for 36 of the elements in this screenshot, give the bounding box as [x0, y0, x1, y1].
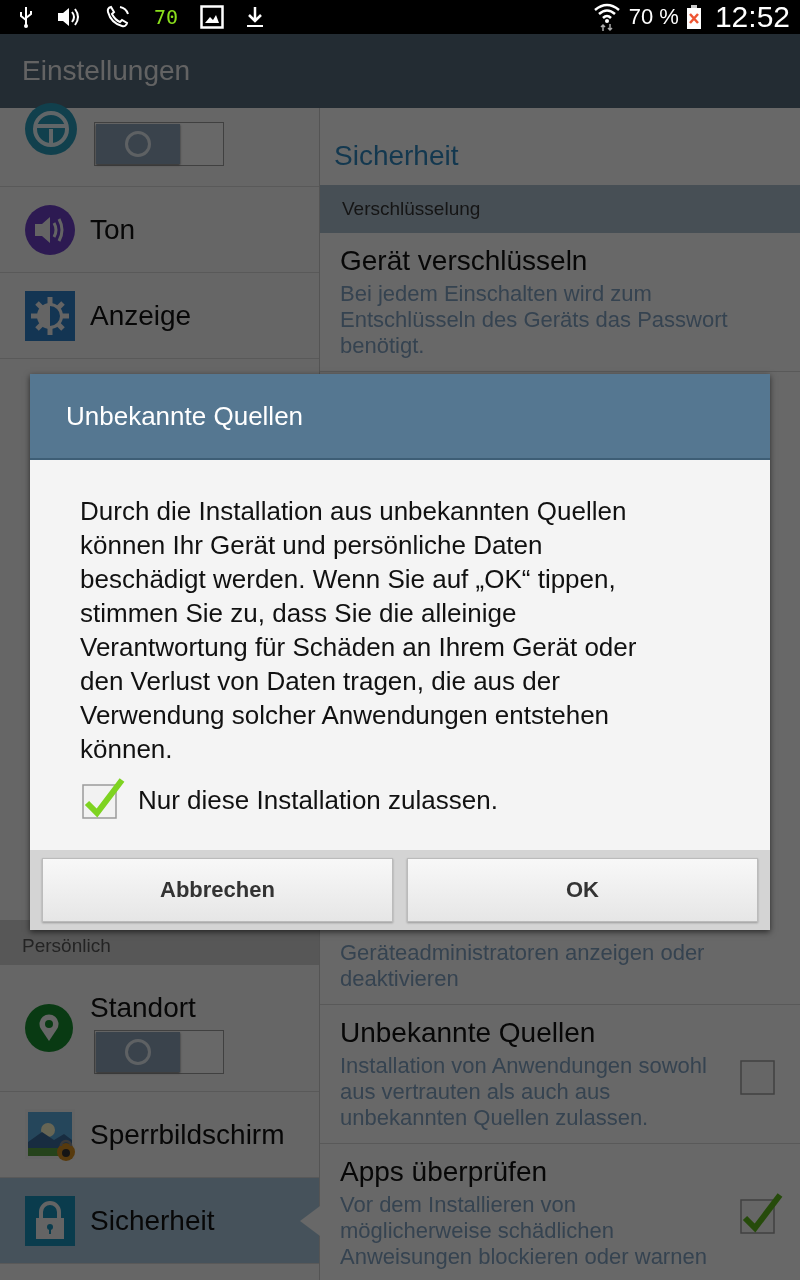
sidebar-item[interactable]: Sperrbildschirm [0, 1092, 319, 1178]
image-icon [200, 5, 225, 29]
app-title: Einstellungen [22, 55, 191, 87]
battery-icon [686, 5, 701, 29]
checkbox[interactable] [740, 1191, 784, 1235]
speaker-icon [24, 203, 76, 256]
volume-icon [56, 6, 82, 28]
checkbox-label[interactable]: Nur diese Installation zulassen. [138, 785, 498, 820]
dialog-message: Durch die Installation aus unbekannten Quellen können Ihr Gerät und persönliche Daten beschädigt werden. Wenn Sie auf „OK“ tippen, stimmen Sie zu, dass Sie die alleinige Verantwortung für Schäden an Ihrem Gerät oder den Verlust von Daten tragen, die aus der Verwendung solcher Anwendungen entstehen können. [80, 495, 638, 766]
wifi-icon [592, 2, 621, 32]
sidebar-item[interactable]: Standort [0, 965, 319, 1092]
clock: 12:52 [714, 0, 790, 34]
dialog-title: Unbekannte Quellen [30, 374, 770, 460]
brightness-gear-icon [24, 289, 76, 342]
sidebar-item[interactable]: Anzeige [0, 273, 319, 359]
sidebar-item[interactable]: Sicherheit [0, 1178, 319, 1264]
page-title: Sicherheit [333, 138, 460, 173]
setting-title: Apps überprüfen [340, 1156, 549, 1188]
toggle-knob[interactable] [96, 1032, 180, 1072]
battery-percentage: 70 % [628, 4, 679, 30]
dialog-button[interactable]: OK [407, 858, 758, 922]
toggle-switch[interactable] [94, 1030, 224, 1074]
setting-title: Gerät verschlüsseln [340, 245, 589, 277]
status-indicator: 70 [154, 5, 179, 29]
location-pin-icon [24, 1003, 74, 1053]
dialog-button[interactable]: Abbrechen [42, 858, 393, 922]
toggle-knob[interactable] [96, 124, 180, 164]
phone-icon [104, 4, 132, 30]
usb-icon [18, 6, 34, 28]
download-icon [246, 5, 265, 29]
toggle-switch[interactable] [94, 122, 224, 166]
padlock-icon [24, 1194, 76, 1247]
section-header: Verschlüsselung [320, 185, 800, 233]
setting-title: Unbekannte Quellen [340, 1017, 597, 1049]
checkbox[interactable] [82, 776, 126, 820]
sidebar-item[interactable]: Ton [0, 187, 319, 273]
